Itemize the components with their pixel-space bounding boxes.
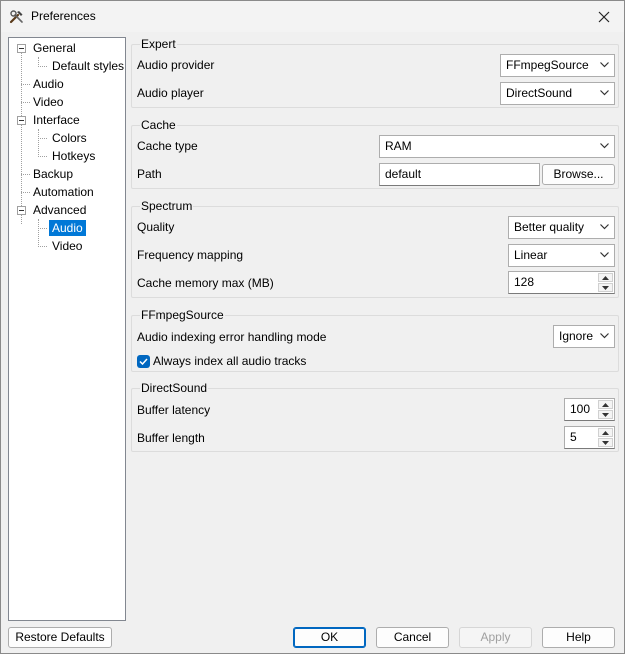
help-button[interactable]: Help: [542, 627, 615, 648]
tree-item-advanced[interactable]: Advanced: [33, 202, 86, 219]
tree-item-video[interactable]: Video: [33, 94, 63, 111]
caret-down-icon: [602, 412, 609, 417]
expand-interface-icon[interactable]: [17, 116, 26, 125]
caret-down-icon: [602, 285, 609, 290]
group-title-cache: Cache: [140, 118, 177, 132]
group-title-expert: Expert: [140, 37, 177, 51]
browse-button[interactable]: Browse...: [542, 164, 615, 185]
buffer-length-spinbox[interactable]: 5: [564, 426, 615, 449]
chevron-down-icon: [600, 62, 609, 68]
chevron-down-icon: [600, 224, 609, 230]
tree-item-general[interactable]: General: [33, 40, 76, 57]
directsound-group: DirectSound Buffer latency 100 Buffer le…: [131, 381, 619, 452]
category-tree[interactable]: General Default styles Audio Video Inter…: [8, 37, 126, 621]
tree-item-interface[interactable]: Interface: [33, 112, 80, 129]
group-title-spectrum: Spectrum: [140, 199, 194, 213]
audio-provider-label: Audio provider: [137, 58, 215, 72]
chevron-down-icon: [600, 90, 609, 96]
tree-item-advanced-video[interactable]: Video: [52, 238, 82, 255]
cancel-button[interactable]: Cancel: [376, 627, 449, 648]
buffer-latency-label: Buffer latency: [137, 403, 211, 417]
path-label: Path: [137, 167, 162, 181]
spin-down-button[interactable]: [598, 410, 613, 419]
expert-group: Expert Audio provider FFmpegSource Audio…: [131, 37, 619, 108]
frequency-mapping-select[interactable]: Linear: [508, 244, 615, 267]
spin-down-button[interactable]: [598, 438, 613, 447]
window-title: Preferences: [31, 9, 96, 23]
chevron-down-icon: [600, 252, 609, 258]
spin-up-button[interactable]: [598, 273, 613, 282]
chevron-down-icon: [600, 143, 609, 149]
tree-item-automation[interactable]: Automation: [33, 184, 94, 201]
error-mode-select[interactable]: Ignore: [553, 325, 615, 348]
audio-player-select[interactable]: DirectSound: [500, 82, 615, 105]
caret-down-icon: [602, 440, 609, 445]
tree-item-colors[interactable]: Colors: [52, 130, 87, 147]
caret-up-icon: [602, 402, 609, 407]
caret-up-icon: [602, 430, 609, 435]
group-title-directsound: DirectSound: [140, 381, 209, 395]
index-all-label[interactable]: Always index all audio tracks: [153, 354, 306, 368]
error-mode-label: Audio indexing error handling mode: [137, 330, 327, 344]
close-icon: [598, 11, 610, 22]
expand-general-icon[interactable]: [17, 44, 26, 53]
cache-memory-spinbox[interactable]: 128: [508, 271, 615, 294]
audio-player-label: Audio player: [137, 86, 204, 100]
spectrum-group: Spectrum Quality Better quality Frequenc…: [131, 199, 619, 298]
restore-defaults-button[interactable]: Restore Defaults: [8, 627, 112, 648]
audio-provider-select[interactable]: FFmpegSource: [500, 54, 615, 77]
spin-up-button[interactable]: [598, 428, 613, 437]
tree-item-advanced-audio[interactable]: Audio: [49, 220, 86, 237]
cache-memory-label: Cache memory max (MB): [137, 276, 274, 290]
title-bar: Preferences: [1, 1, 624, 32]
buffer-length-label: Buffer length: [137, 431, 205, 445]
tools-icon: [9, 10, 23, 24]
tree-item-hotkeys[interactable]: Hotkeys: [52, 148, 95, 165]
index-all-checkbox[interactable]: [137, 355, 150, 368]
path-input[interactable]: default: [379, 163, 540, 186]
close-button[interactable]: [584, 1, 624, 32]
ok-button[interactable]: OK: [293, 627, 366, 648]
spin-down-button[interactable]: [598, 283, 613, 292]
frequency-mapping-label: Frequency mapping: [137, 248, 244, 262]
tree-item-backup[interactable]: Backup: [33, 166, 73, 183]
cache-type-label: Cache type: [137, 139, 198, 153]
spin-up-button[interactable]: [598, 400, 613, 409]
expand-advanced-icon[interactable]: [17, 206, 26, 215]
apply-button[interactable]: Apply: [459, 627, 532, 648]
caret-up-icon: [602, 275, 609, 280]
chevron-down-icon: [600, 333, 609, 339]
preferences-window: Preferences General Default styles Audio…: [0, 0, 625, 654]
quality-select[interactable]: Better quality: [508, 216, 615, 239]
cache-group: Cache Cache type RAM Path default Browse…: [131, 118, 619, 189]
check-icon: [139, 358, 148, 365]
cache-type-select[interactable]: RAM: [379, 135, 615, 158]
tree-item-audio[interactable]: Audio: [33, 76, 64, 93]
quality-label: Quality: [137, 220, 175, 234]
buffer-latency-spinbox[interactable]: 100: [564, 398, 615, 421]
tree-item-default-styles[interactable]: Default styles: [52, 58, 124, 75]
group-title-ffmpegsource: FFmpegSource: [140, 308, 225, 322]
ffmpegsource-group: FFmpegSource Audio indexing error handli…: [131, 308, 619, 372]
